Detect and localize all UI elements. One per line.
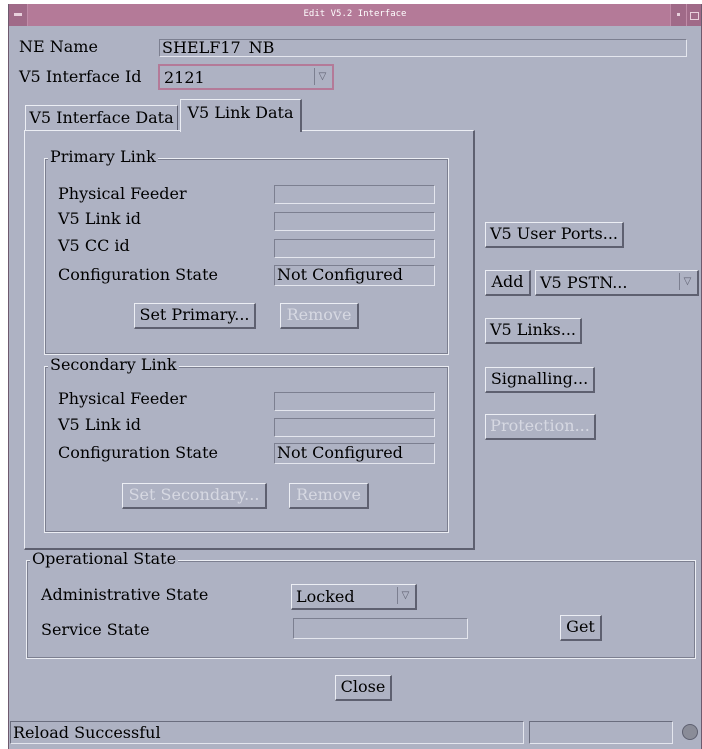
set-primary-button[interactable]: Set Primary...	[134, 303, 256, 329]
ne-name-label: NE Name	[19, 37, 98, 56]
primary-v5-cc-id-label: V5 CC id	[58, 236, 130, 255]
status-message: Reload Successful	[10, 721, 524, 744]
secondary-v5-link-id-label: V5 Link id	[58, 415, 142, 434]
v5-interface-id-value: 2121	[164, 68, 205, 87]
chevron-down-icon[interactable]: ▽	[397, 587, 413, 604]
add-type-value: V5 PSTN...	[540, 273, 628, 292]
tab-v5-interface-data[interactable]: V5 Interface Data	[25, 105, 178, 131]
secondary-v5-link-id-field	[274, 418, 435, 437]
ne-name-field: SHELF17_NB	[159, 39, 687, 57]
set-secondary-button[interactable]: Set Secondary...	[122, 483, 267, 509]
secondary-physical-feeder-label: Physical Feeder	[58, 389, 187, 408]
minimize-icon[interactable]	[670, 4, 687, 26]
admin-state-value: Locked	[296, 587, 355, 606]
v5-interface-id-combo[interactable]: 2121 ▽	[158, 64, 334, 90]
signalling-button[interactable]: Signalling...	[485, 367, 595, 393]
secondary-link-title: Secondary Link	[48, 355, 179, 374]
operational-state-title: Operational State	[30, 549, 179, 568]
add-button[interactable]: Add	[485, 270, 531, 296]
admin-state-combo[interactable]: Locked ▽	[291, 584, 417, 610]
secondary-config-state-label: Configuration State	[58, 443, 218, 462]
primary-v5-link-id-label: V5 Link id	[58, 209, 142, 228]
primary-v5-cc-id-field	[274, 239, 435, 258]
primary-link-title: Primary Link	[48, 147, 158, 166]
service-state-field	[293, 618, 468, 639]
primary-v5-link-id-field	[274, 212, 435, 231]
tab-v5-link-data[interactable]: V5 Link Data	[180, 99, 302, 132]
title-bar[interactable]: Edit V5.2 Interface	[9, 4, 701, 26]
add-type-combo[interactable]: V5 PSTN... ▽	[535, 270, 699, 296]
window-title: Edit V5.2 Interface	[303, 9, 407, 19]
maximize-icon[interactable]	[686, 4, 701, 26]
protection-button[interactable]: Protection...	[485, 414, 596, 440]
primary-config-state-value: Not Configured	[274, 265, 435, 286]
primary-physical-feeder-field	[274, 185, 435, 204]
admin-state-label: Administrative State	[41, 585, 209, 604]
v5-links-button[interactable]: V5 Links...	[485, 318, 582, 344]
chevron-down-icon[interactable]: ▽	[679, 273, 695, 290]
primary-config-state-label: Configuration State	[58, 265, 218, 284]
secondary-physical-feeder-field	[274, 392, 435, 411]
edit-v5-interface-window: Edit V5.2 Interface NE Name SHELF17_NB V…	[8, 4, 702, 749]
secondary-remove-button[interactable]: Remove	[289, 483, 369, 509]
status-led-icon	[682, 724, 698, 740]
status-secondary-field	[529, 721, 673, 744]
secondary-config-state-value: Not Configured	[274, 443, 435, 464]
get-button[interactable]: Get	[560, 615, 602, 641]
v5-interface-id-label: V5 Interface Id	[19, 67, 142, 86]
service-state-label: Service State	[41, 620, 150, 639]
primary-physical-feeder-label: Physical Feeder	[58, 184, 187, 203]
chevron-down-icon[interactable]: ▽	[314, 68, 330, 85]
v5-user-ports-button[interactable]: V5 User Ports...	[485, 222, 624, 248]
primary-remove-button[interactable]: Remove	[280, 303, 359, 329]
close-button[interactable]: Close	[335, 675, 392, 701]
